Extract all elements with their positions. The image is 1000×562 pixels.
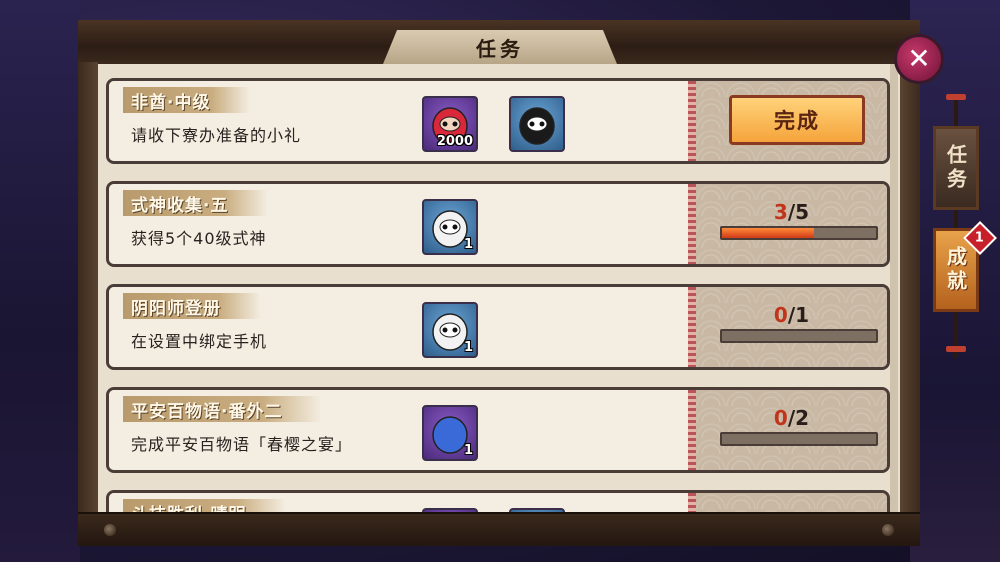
gold-item-icon[interactable]	[509, 508, 565, 512]
quest-info: 斗技胜利·晴明	[109, 493, 689, 512]
progress-current: 0	[773, 303, 788, 327]
quest-tag: 阴阳师登册	[123, 293, 261, 319]
card-divider	[688, 287, 696, 367]
rivet-icon	[882, 524, 894, 536]
quest-card: 阴阳师登册在设置中绑定手机 1 0/1	[106, 284, 890, 370]
black-daruma-icon-graphic	[519, 107, 555, 145]
progress-text: 0/1	[696, 303, 887, 327]
tab-quests[interactable]: 任务	[933, 126, 979, 210]
window-title: 任务	[476, 36, 524, 61]
progress-current: 0	[773, 406, 788, 430]
scroll-frame-right	[900, 62, 920, 514]
progress-current: 3	[773, 200, 788, 224]
window-title-plate: 任务	[383, 30, 617, 64]
quest-info: 平安百物语·番外二完成平安百物语「春樱之宴」 1	[109, 390, 689, 470]
complete-button[interactable]: 完成	[729, 95, 865, 145]
reward-count: 2000	[436, 134, 473, 149]
close-icon: ✕	[907, 42, 931, 75]
reward-count: 1	[463, 237, 473, 252]
tab-quests-label: 任务	[943, 144, 968, 192]
quest-title: 非酋·中级	[131, 92, 211, 113]
quest-tag: 式神收集·五	[123, 190, 269, 216]
rail-cap	[946, 346, 966, 352]
quest-description: 获得5个40级式神	[131, 229, 267, 248]
quest-description: 请收下寮办准备的小礼	[131, 126, 302, 145]
scrollbar[interactable]	[890, 64, 898, 512]
quest-card: 式神收集·五获得5个40级式神 1 3/5	[106, 181, 890, 267]
progress-text: 3/5	[696, 200, 887, 224]
progress-bar	[720, 432, 878, 446]
close-button[interactable]: ✕	[894, 34, 944, 84]
quest-title: 阴阳师登册	[131, 298, 221, 319]
quest-tag: 平安百物语·番外二	[123, 396, 323, 422]
background-left	[0, 0, 80, 562]
quest-status: 3/5	[696, 184, 887, 264]
scroll-ticket-icon[interactable]: 1	[422, 405, 478, 461]
quest-info: 阴阳师登册在设置中绑定手机 1	[109, 287, 689, 367]
card-divider	[688, 390, 696, 470]
quest-status	[696, 493, 887, 512]
quest-info: 式神收集·五获得5个40级式神 1	[109, 184, 689, 264]
reward-count: 1	[463, 443, 473, 458]
white-daruma-icon[interactable]: 1	[422, 302, 478, 358]
red-daruma-icon[interactable]: 2000	[422, 96, 478, 152]
purple-item-icon-graphic	[424, 510, 476, 512]
black-daruma-icon[interactable]	[509, 96, 565, 152]
quest-info: 非酋·中级请收下寮办准备的小礼 2000	[109, 81, 689, 161]
purple-item-icon[interactable]	[422, 508, 478, 512]
progress-bar-fill	[722, 228, 815, 238]
quest-card: 非酋·中级请收下寮办准备的小礼 2000 完成	[106, 78, 890, 164]
quest-status: 完成	[696, 81, 887, 161]
quest-status: 0/1	[696, 287, 887, 367]
quest-tag: 斗技胜利·晴明	[123, 499, 287, 513]
quest-title: 式神收集·五	[131, 195, 229, 216]
quest-description: 在设置中绑定手机	[131, 332, 268, 351]
quest-status: 0/2	[696, 390, 887, 470]
card-divider	[688, 81, 696, 161]
quest-list[interactable]: 非酋·中级请收下寮办准备的小礼 2000 完成式神收集·五获得5个40级式神 1 3/5…	[98, 64, 900, 512]
rail-cap	[946, 94, 966, 100]
quest-tag: 非酋·中级	[123, 87, 251, 113]
progress-bar	[720, 226, 878, 240]
quest-title: 平安百物语·番外二	[131, 401, 283, 422]
progress-total: /1	[787, 303, 810, 327]
progress-text: 0/2	[696, 406, 887, 430]
quest-card: 斗技胜利·晴明	[106, 490, 890, 512]
card-divider	[688, 184, 696, 264]
progress-total: /5	[787, 200, 810, 224]
gold-item-icon-graphic	[511, 510, 563, 512]
progress-bar	[720, 329, 878, 343]
card-divider	[688, 493, 696, 512]
progress-total: /2	[787, 406, 810, 430]
scroll-frame-bottom	[78, 512, 920, 546]
white-daruma-icon[interactable]: 1	[422, 199, 478, 255]
tab-achievements-label: 成就	[943, 246, 968, 294]
scroll-frame-left	[78, 62, 98, 514]
quest-description: 完成平安百物语「春樱之宴」	[131, 435, 353, 454]
reward-count: 1	[463, 340, 473, 355]
quest-card: 平安百物语·番外二完成平安百物语「春樱之宴」 1 0/2	[106, 387, 890, 473]
quest-title: 斗技胜利·晴明	[131, 500, 246, 513]
complete-button-label: 完成	[774, 109, 820, 133]
badge-count: 1	[975, 230, 985, 246]
rivet-icon	[104, 524, 116, 536]
